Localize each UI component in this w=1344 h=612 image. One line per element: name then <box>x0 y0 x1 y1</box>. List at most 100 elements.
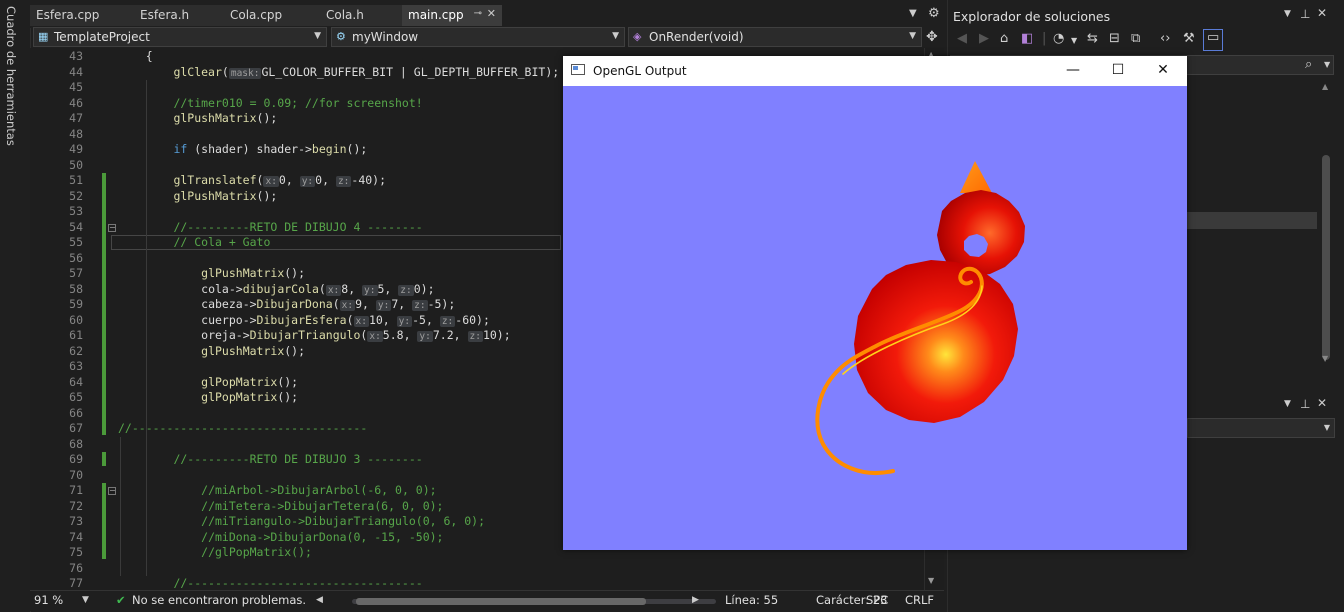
tab-list-dropdown-icon[interactable]: ▼ <box>909 8 917 19</box>
scope-combo[interactable]: ⚙ myWindow ▼ <box>331 27 625 47</box>
problems-status[interactable]: No se encontraron problemas. <box>132 593 306 607</box>
line-ending-indicator[interactable]: CRLF <box>905 593 934 607</box>
chevron-down-icon[interactable]: ▼ <box>82 595 89 605</box>
tab-cola-h[interactable]: Cola.h <box>320 5 402 26</box>
member-combo[interactable]: ◈ OnRender(void) ▼ <box>628 27 922 47</box>
home-icon[interactable]: ⌂ <box>1000 31 1008 46</box>
forward-icon[interactable]: ▶ <box>979 31 989 46</box>
search-icon[interactable]: ⌕ <box>1305 57 1312 72</box>
code-line[interactable]: //---------RETO DE DIBUJO 3 -------- <box>173 452 422 466</box>
code-line[interactable]: glPushMatrix(); <box>173 111 277 125</box>
code-line[interactable]: cola->dibujarCola(x: 8, y: 5, z: 0); <box>201 282 435 296</box>
code-view-icon[interactable]: ‹› <box>1160 31 1170 46</box>
code-line[interactable]: if (shader) shader->begin(); <box>173 142 367 156</box>
code-line[interactable]: glPushMatrix(); <box>201 344 305 358</box>
code-line[interactable]: //timer010 = 0.09; //for screenshot! <box>173 96 422 110</box>
scroll-down-icon[interactable]: ▼ <box>928 576 934 585</box>
tab-esfera-cpp[interactable]: Esfera.cpp <box>30 5 134 26</box>
code-line[interactable]: //miArbol->DibujarArbol(-6, 0, 0); <box>201 483 436 497</box>
solution-tree-selected-row[interactable] <box>1187 212 1317 229</box>
scroll-up-icon[interactable]: ▲ <box>1322 82 1328 91</box>
code-line[interactable]: //miDona->DibujarDona(0, -15, -50); <box>201 530 443 544</box>
app-window-icon <box>571 64 585 75</box>
chevron-down-icon: ▼ <box>612 31 619 41</box>
code-line[interactable]: glTranslatef(x: 0, y: 0, z: -40); <box>173 173 386 187</box>
tab-main-cpp[interactable]: main.cpp ⊸ ✕ <box>402 5 502 26</box>
back-icon[interactable]: ◀ <box>957 31 967 46</box>
code-line[interactable]: glPopMatrix(); <box>201 390 298 404</box>
code-line[interactable]: glPushMatrix(); <box>201 266 305 280</box>
maximize-icon[interactable]: ☐ <box>1098 60 1138 82</box>
change-indicator-bar <box>102 173 106 435</box>
fold-toggle-icon[interactable]: − <box>108 223 116 232</box>
gl-window-titlebar[interactable]: OpenGL Output — ☐ ✕ <box>563 56 1187 86</box>
line-number: 64 <box>69 374 83 389</box>
tab-label: Cola.h <box>326 8 364 22</box>
solution-scrollbar-thumb[interactable] <box>1322 155 1330 360</box>
close-icon[interactable]: ✕ <box>487 7 496 20</box>
scroll-right-icon[interactable]: ▶ <box>692 595 699 605</box>
show-all-files-icon[interactable]: ⧉ <box>1131 31 1140 46</box>
scope-combo-value: myWindow <box>352 30 419 44</box>
sync-icon[interactable]: ⇆ <box>1087 31 1098 46</box>
code-line[interactable]: glClear(mask: GL_COLOR_BUFFER_BIT | GL_DE… <box>173 65 559 79</box>
preview-icon[interactable]: ▭ <box>1203 29 1224 51</box>
line-number: 72 <box>69 498 83 513</box>
line-number: 57 <box>69 266 83 280</box>
split-editor-icon[interactable]: ✥ <box>926 29 938 45</box>
pin-icon[interactable]: ⊸ <box>474 8 482 19</box>
chevron-down-icon: ▼ <box>909 31 916 41</box>
close-icon[interactable]: ✕ <box>1317 6 1327 20</box>
line-number: 67 <box>69 421 83 435</box>
code-line[interactable]: //---------------------------------- <box>118 421 367 435</box>
opengl-output-window[interactable]: OpenGL Output — ☐ ✕ <box>563 56 1187 550</box>
line-number: 54 <box>69 219 83 234</box>
tab-label: Esfera.h <box>140 8 190 22</box>
line-number: 55 <box>69 235 83 249</box>
wrench-icon[interactable]: ⚒ <box>1183 31 1195 46</box>
code-line[interactable]: glPushMatrix(); <box>173 189 277 203</box>
code-line[interactable]: { <box>146 49 153 63</box>
scroll-left-icon[interactable]: ◀ <box>316 595 323 605</box>
switch-views-icon[interactable]: ◧ <box>1021 31 1033 46</box>
minimize-icon[interactable]: — <box>1053 60 1093 82</box>
code-line[interactable]: cuerpo->DibujarEsfera(x: 10, y: -5, z: -60)… <box>201 313 490 327</box>
code-line[interactable]: cabeza->DibujarDona(x: 9, y: 7, z: -5); <box>201 297 455 311</box>
properties-object-combo[interactable]: ▼ <box>1187 418 1335 438</box>
line-indicator[interactable]: Línea: 55 <box>725 593 778 607</box>
scroll-down-icon[interactable]: ▼ <box>1322 354 1328 363</box>
pin-icon[interactable]: ⊥ <box>1300 397 1310 411</box>
history-icon[interactable]: ◔ <box>1053 31 1064 46</box>
gl-render-canvas[interactable] <box>563 86 1187 550</box>
code-line[interactable]: //miTetera->DibujarTetera(6, 0, 0); <box>201 499 443 513</box>
pin-icon[interactable]: ⊥ <box>1300 7 1310 21</box>
code-line[interactable]: //glPopMatrix(); <box>201 545 312 559</box>
chevron-down-icon[interactable]: ▼ <box>1071 36 1077 45</box>
line-number: 60 <box>69 312 83 327</box>
tab-esfera-h[interactable]: Esfera.h <box>134 5 224 26</box>
close-icon[interactable]: ✕ <box>1143 60 1183 82</box>
chevron-down-icon[interactable]: ▼ <box>1284 399 1291 409</box>
close-icon[interactable]: ✕ <box>1317 396 1327 410</box>
gear-icon[interactable]: ⚙ <box>928 6 940 21</box>
horizontal-scrollbar-thumb[interactable] <box>356 598 646 605</box>
code-line[interactable]: oreja->DibujarTriangulo(x: 5.8, y: 7.2, z:… <box>201 328 511 342</box>
code-line[interactable]: //miTriangulo->DibujarTriangulo(0, 6, 0)… <box>201 514 485 528</box>
code-line[interactable]: //---------RETO DE DIBUJO 4 -------- <box>173 220 422 234</box>
project-combo[interactable]: ▦ TemplateProject ▼ <box>33 27 327 47</box>
zoom-level[interactable]: 91 % <box>34 593 63 607</box>
chevron-down-icon[interactable]: ▼ <box>1324 60 1330 69</box>
fold-toggle-icon[interactable]: − <box>108 487 116 495</box>
code-line[interactable]: glPopMatrix(); <box>201 375 298 389</box>
method-icon: ◈ <box>633 30 642 43</box>
chevron-down-icon[interactable]: ▼ <box>1284 9 1291 19</box>
code-line[interactable]: //---------------------------------- <box>173 576 422 590</box>
whitespace-indicator[interactable]: SPC <box>866 593 888 607</box>
change-indicator-bar <box>102 483 106 559</box>
body-sphere <box>854 260 1018 423</box>
project-combo-value: TemplateProject <box>54 30 150 44</box>
collapse-all-icon[interactable]: ⊟ <box>1109 31 1120 46</box>
toolbox-label[interactable]: Cuadro de herramientas <box>4 6 18 146</box>
tab-cola-cpp[interactable]: Cola.cpp <box>224 5 320 26</box>
class-icon: ⚙ <box>336 30 346 43</box>
